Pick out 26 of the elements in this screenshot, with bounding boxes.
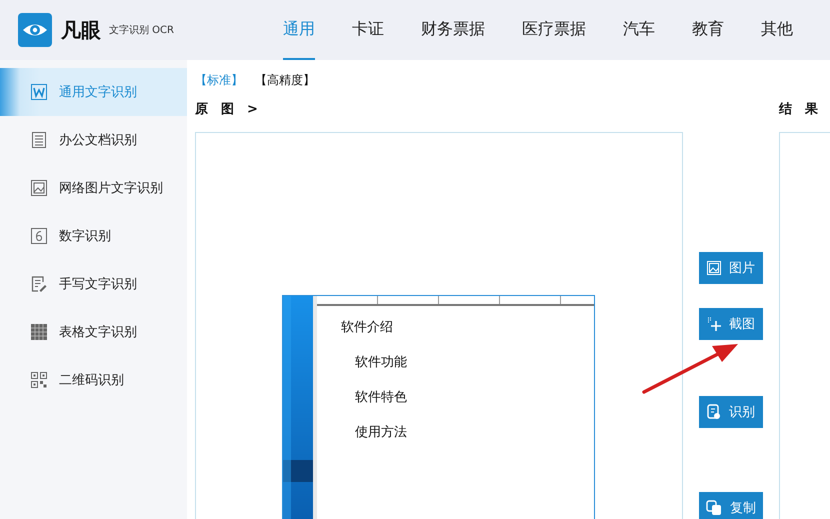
app-name: 凡眼 <box>61 16 101 44</box>
nav-tab[interactable]: 财务票据 <box>421 0 485 60</box>
action-button[interactable]: 复制 <box>699 492 763 519</box>
nav-tab[interactable]: 教育 <box>692 0 724 60</box>
app-subtitle: 文字识别 OCR <box>109 24 174 37</box>
sidebar-item[interactable]: 表格文字识别 <box>0 308 187 356</box>
sidebar-item[interactable]: 办公文档识别 <box>0 116 187 164</box>
nav-tab[interactable]: 卡证 <box>352 0 384 60</box>
panel-title: 结 果 <box>779 101 819 119</box>
document-text: 使用方法 <box>354 424 408 442</box>
action-button[interactable]: 图片 <box>699 252 763 284</box>
mode-tab[interactable]: 【高精度】 <box>255 71 315 90</box>
panel-title: 原 图 > <box>195 101 259 119</box>
nav-tab[interactable]: 汽车 <box>623 0 655 60</box>
document-text: 软件介绍 <box>341 319 394 337</box>
sidebar-item[interactable]: 手写文字识别 <box>0 260 187 308</box>
document-text: 软件特色 <box>354 389 408 407</box>
sidebar-item[interactable]: 二维码识别 <box>0 356 187 404</box>
document-text: 软件功能 <box>354 354 408 372</box>
sidebar-item[interactable]: 网络图片文字识别 <box>0 164 187 212</box>
sidebar-item[interactable]: 数字识别 <box>0 212 187 260</box>
mode-tab[interactable]: 【标准】 <box>195 71 243 90</box>
action-button[interactable]: 识别 <box>699 396 763 428</box>
action-button[interactable]: 截图 <box>699 308 763 340</box>
nav-tab[interactable]: 其他 <box>761 0 793 60</box>
nav-tab[interactable]: 医疗票据 <box>522 0 586 60</box>
